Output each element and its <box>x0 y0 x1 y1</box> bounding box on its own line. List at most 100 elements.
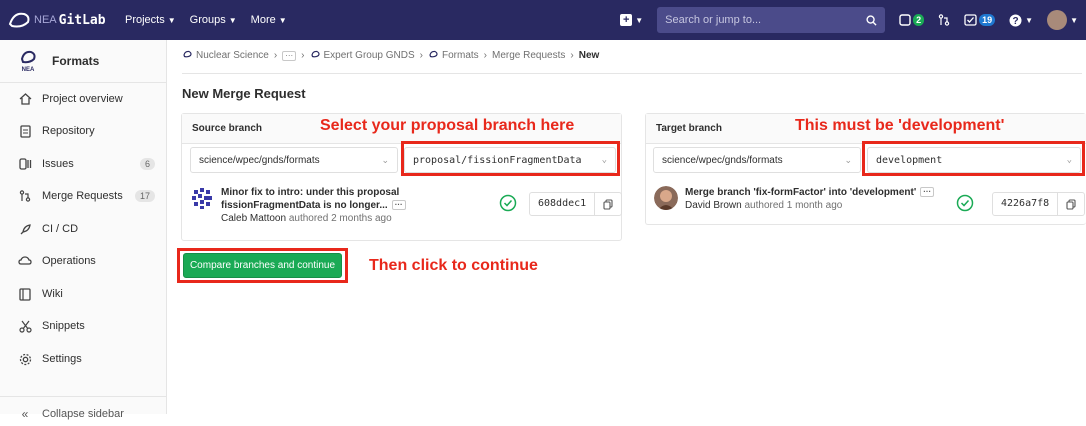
annotation-source-text: Select your proposal branch here <box>320 117 575 134</box>
chevron-down-icon: ▼ <box>1070 15 1078 25</box>
help-button[interactable]: ? ▼ <box>1009 14 1033 27</box>
sidebar-item-issues[interactable]: Issues 6 <box>0 149 167 179</box>
breadcrumb: Nuclear Science › ··· › Expert Group GND… <box>182 50 599 61</box>
target-project-value: science/wpec/gnds/formats <box>662 154 783 166</box>
nav-projects-label: Projects <box>125 14 165 26</box>
chevron-down-icon: ▼ <box>278 15 287 25</box>
book-icon <box>18 287 32 301</box>
user-menu-button[interactable]: ▼ <box>1047 10 1078 30</box>
breadcrumb-item[interactable]: Formats <box>442 50 479 61</box>
top-navbar: NEA GitLab Projects ▼ Groups ▼ More ▼ + ▼ S… <box>0 0 1086 40</box>
project-avatar: NEA <box>20 50 36 73</box>
brand[interactable]: NEA GitLab <box>8 10 125 30</box>
nav-projects[interactable]: Projects ▼ <box>125 14 176 26</box>
todos-count-badge: 19 <box>979 14 996 26</box>
chevron-right-icon: › <box>301 50 305 61</box>
copy-icon[interactable] <box>595 198 621 210</box>
annotation-continue-text: Then click to continue <box>369 257 538 274</box>
pipeline-success-icon[interactable] <box>956 194 974 212</box>
sidebar-item-merge-requests[interactable]: Merge Requests 17 <box>0 181 167 211</box>
chevron-right-icon: › <box>273 50 278 61</box>
sidebar-item-wiki[interactable]: Wiki <box>0 279 167 309</box>
group-avatar-icon <box>310 50 321 61</box>
sidebar-item-label: Snippets <box>42 320 85 332</box>
breadcrumb-item[interactable]: Nuclear Science <box>196 50 269 61</box>
nav-groups[interactable]: Groups ▼ <box>190 14 237 26</box>
sidebar-item-project-overview[interactable]: Project overview <box>0 84 167 114</box>
annotation-target-text: This must be 'development' <box>795 117 1005 134</box>
breadcrumb-item[interactable]: Merge Requests <box>492 50 565 61</box>
page-title: New Merge Request <box>182 86 306 101</box>
sidebar-item-snippets[interactable]: Snippets <box>0 311 167 341</box>
pipeline-success-icon[interactable] <box>499 194 517 212</box>
sidebar-item-label: Project overview <box>42 93 123 105</box>
project-avatar-text: NEA <box>22 67 35 73</box>
avatar <box>190 186 214 210</box>
source-commit-author[interactable]: Caleb Mattoon <box>221 213 286 224</box>
target-sha-text[interactable]: 4226a7f8 <box>993 193 1059 215</box>
sidebar-item-settings[interactable]: Settings <box>0 344 167 374</box>
issues-icon <box>899 14 911 26</box>
merge-request-icon <box>938 14 950 26</box>
expand-commit-button[interactable]: ··· <box>391 200 406 211</box>
expand-commit-button[interactable]: ··· <box>920 187 935 198</box>
help-icon: ? <box>1009 14 1022 27</box>
todo-icon <box>964 14 977 26</box>
sidebar-item-ci-cd[interactable]: CI / CD <box>0 214 167 244</box>
avatar <box>654 186 678 210</box>
breadcrumb-expand-button[interactable]: ··· <box>282 50 297 61</box>
cloud-icon <box>18 254 32 268</box>
nea-logo-icon <box>8 12 30 28</box>
gear-icon <box>18 352 32 366</box>
source-commit-title-line-1[interactable]: Minor fix to intro: under this proposal <box>221 186 406 199</box>
target-project-dropdown[interactable]: science/wpec/gnds/formats ⌄ <box>653 147 861 173</box>
chevron-down-icon: ⌄ <box>381 155 389 165</box>
search-icon <box>866 14 877 26</box>
search-input[interactable]: Search or jump to... <box>657 7 886 33</box>
issues-count-badge: 6 <box>139 158 155 170</box>
nav-more[interactable]: More ▼ <box>251 14 287 26</box>
target-commit-author[interactable]: David Brown <box>685 200 742 211</box>
source-commit: Minor fix to intro: under this proposal … <box>190 186 490 225</box>
todos-button[interactable]: 19 <box>964 14 996 26</box>
breadcrumb-item[interactable]: Expert Group GNDS <box>324 50 415 61</box>
plus-icon: + <box>620 14 633 26</box>
avatar <box>1047 10 1068 30</box>
source-sha-text[interactable]: 608ddec1 <box>530 193 596 215</box>
source-commit-title-line-2[interactable]: fissionFragmentData is no longer... <box>221 200 388 211</box>
brand-nea: NEA <box>34 14 57 26</box>
target-commit-title[interactable]: Merge branch 'fix-formFactor' into 'deve… <box>685 187 916 198</box>
group-avatar-icon <box>182 50 193 61</box>
svg-text:?: ? <box>1013 16 1019 27</box>
sidebar-item-label: Issues <box>42 158 74 170</box>
sidebar-item-repository[interactable]: Repository <box>0 116 167 146</box>
issues-button[interactable]: 2 <box>899 14 925 26</box>
merge-requests-button[interactable] <box>938 14 950 26</box>
merge-request-icon <box>18 189 32 203</box>
annotation-box-compare-button <box>177 248 348 283</box>
source-commit-when: authored 2 months ago <box>288 213 392 224</box>
chevron-down-icon: ▼ <box>635 15 644 25</box>
sidebar-item-operations[interactable]: Operations <box>0 246 167 276</box>
sidebar-item-label: Repository <box>42 125 95 137</box>
nav-groups-label: Groups <box>189 14 226 26</box>
issues-icon <box>18 157 32 171</box>
sidebar-item-label: Merge Requests <box>42 190 123 202</box>
source-project-dropdown[interactable]: science/wpec/gnds/formats ⌄ <box>190 147 398 173</box>
new-item-button[interactable]: + ▼ <box>620 14 643 26</box>
collapse-sidebar-button[interactable]: « Collapse sidebar <box>0 396 167 426</box>
brand-name: GitLab <box>58 12 106 28</box>
chevron-right-icon: › <box>483 50 488 61</box>
target-commit: Merge branch 'fix-formFactor' into 'deve… <box>654 186 954 212</box>
sidebar-project-header[interactable]: NEA Formats <box>0 40 166 83</box>
issues-count-badge: 2 <box>913 14 925 26</box>
home-icon <box>18 92 32 106</box>
chevron-down-icon: ▼ <box>1025 15 1034 25</box>
sidebar-project-name: Formats <box>52 54 100 68</box>
doc-icon <box>18 124 32 138</box>
source-commit-sha: 608ddec1 <box>529 192 623 216</box>
chevron-down-icon: ▼ <box>167 15 176 25</box>
copy-icon[interactable] <box>1058 198 1084 210</box>
annotation-box-target-branch <box>862 141 1085 176</box>
target-commit-when: authored 1 month ago <box>744 200 843 211</box>
